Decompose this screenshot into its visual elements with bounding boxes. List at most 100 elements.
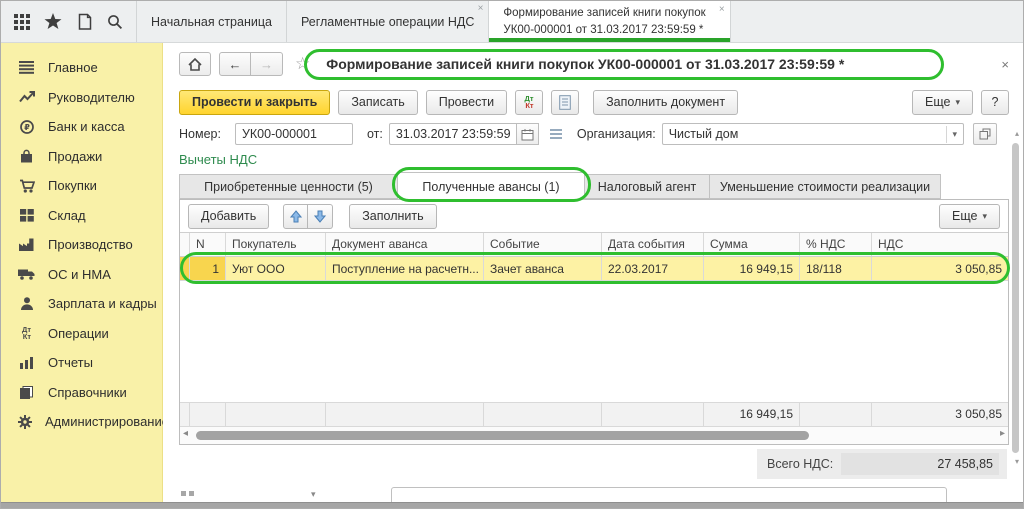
vat-deductions-link[interactable]: Вычеты НДС xyxy=(163,149,1023,171)
date-field[interactable] xyxy=(389,123,517,145)
tab-received-advances[interactable]: Полученные авансы (1) xyxy=(397,172,585,200)
history-icon[interactable] xyxy=(73,11,95,33)
fill-table-button[interactable]: Заполнить xyxy=(349,204,436,229)
save-button[interactable]: Записать xyxy=(338,90,417,115)
home-button[interactable] xyxy=(179,52,211,76)
warehouse-icon xyxy=(18,209,35,222)
column-header[interactable]: Покупатель xyxy=(226,233,326,256)
caret-down-icon[interactable]: ▾ xyxy=(946,126,959,143)
cell-vat-rate[interactable]: 18/118 xyxy=(800,257,872,281)
sidebar-item-fixed-assets[interactable]: ОС и НМА xyxy=(1,260,162,290)
totals-spacer xyxy=(226,403,326,426)
cell-vat[interactable]: 3 050,85 xyxy=(872,257,1008,281)
organization-combo[interactable]: Чистый дом ▾ xyxy=(662,123,964,145)
number-field[interactable] xyxy=(235,123,353,145)
scroll-right-icon[interactable]: ▸ xyxy=(1000,428,1005,439)
sidebar-item-label: Главное xyxy=(48,60,98,75)
horizontal-scroll-thumb[interactable] xyxy=(196,431,809,440)
column-header[interactable]: НДС xyxy=(872,233,1008,256)
tab-purchase-book[interactable]: Формирование записей книги покупок УК00-… xyxy=(488,1,730,42)
sidebar-item-payroll[interactable]: Зарплата и кадры xyxy=(1,289,162,319)
close-icon[interactable]: × xyxy=(719,3,725,17)
tab-home[interactable]: Начальная страница xyxy=(136,1,286,42)
sidebar-item-main[interactable]: Главное xyxy=(1,53,162,83)
sidebar-item-operations[interactable]: ДтКт Операции xyxy=(1,319,162,349)
totals-spacer xyxy=(180,403,190,426)
post-button[interactable]: Провести xyxy=(426,90,507,115)
sidebar-item-label: Покупки xyxy=(48,178,97,193)
document-icon xyxy=(559,95,571,110)
scroll-up-icon[interactable]: ▴ xyxy=(1015,129,1019,138)
sidebar-item-label: Отчеты xyxy=(48,355,93,370)
close-icon[interactable]: × xyxy=(478,3,484,14)
sidebar-item-label: Руководителю xyxy=(48,90,135,105)
books-icon xyxy=(18,386,35,399)
fill-document-button[interactable]: Заполнить документ xyxy=(593,90,738,115)
cell-sum[interactable]: 16 949,15 xyxy=(704,257,800,281)
table-header: N Покупатель Документ аванса Событие Дат… xyxy=(180,232,1008,257)
sidebar-item-manager[interactable]: Руководителю xyxy=(1,83,162,113)
table-more-button[interactable]: Еще▾ xyxy=(939,204,1000,229)
window-bottom-edge xyxy=(1,502,1023,508)
sidebar-item-production[interactable]: Производство xyxy=(1,230,162,260)
document-structure-button[interactable] xyxy=(551,90,579,115)
calendar-button[interactable] xyxy=(517,123,539,145)
cell-buyer[interactable]: Уют ООО xyxy=(226,257,326,281)
column-header[interactable]: N xyxy=(190,233,226,256)
sidebar-item-sales[interactable]: Продажи xyxy=(1,142,162,172)
tab-label-line1: Формирование записей книги покупок xyxy=(503,7,705,19)
totals-spacer xyxy=(190,403,226,426)
column-header[interactable]: Документ аванса xyxy=(326,233,484,256)
sidebar-item-administration[interactable]: Администрирование xyxy=(1,407,162,437)
tab-tax-agent[interactable]: Налоговый агент xyxy=(585,174,709,199)
cell-event-date[interactable]: 22.03.2017 xyxy=(602,257,704,281)
list-select-button[interactable] xyxy=(545,123,567,145)
column-header[interactable]: Сумма xyxy=(704,233,800,256)
person-icon xyxy=(18,297,35,310)
help-button[interactable]: ? xyxy=(981,90,1009,115)
sidebar-item-purchases[interactable]: Покупки xyxy=(1,171,162,201)
document-toolbar: Провести и закрыть Записать Провести ДтК… xyxy=(163,85,1023,119)
tab-cost-reduction[interactable]: Уменьшение стоимости реализации xyxy=(709,174,941,199)
move-up-button[interactable] xyxy=(283,204,308,229)
vertical-scroll-thumb[interactable] xyxy=(1012,143,1019,453)
favorites-star-icon[interactable] xyxy=(42,11,64,33)
tab-acquired-values[interactable]: Приобретенные ценности (5) xyxy=(179,174,397,199)
scroll-down-icon[interactable]: ▾ xyxy=(1015,457,1019,466)
cell-event[interactable]: Зачет аванса xyxy=(484,257,602,281)
post-and-close-button[interactable]: Провести и закрыть xyxy=(179,90,330,115)
scroll-left-icon[interactable]: ◂ xyxy=(183,428,188,439)
toolbar-right-group: Еще▾ ? xyxy=(912,90,1009,115)
search-icon[interactable] xyxy=(104,11,126,33)
table-row[interactable]: 1 Уют ООО Поступление на расчетн... Заче… xyxy=(180,257,1008,281)
sidebar-item-bank-cash[interactable]: ₽ Банк и касса xyxy=(1,112,162,142)
forward-button[interactable]: → xyxy=(251,52,283,76)
sidebar-item-directories[interactable]: Справочники xyxy=(1,378,162,408)
sidebar-item-warehouse[interactable]: Склад xyxy=(1,201,162,231)
add-row-button[interactable]: Добавить xyxy=(188,204,269,229)
close-document-button[interactable]: × xyxy=(995,57,1015,72)
move-down-button[interactable] xyxy=(308,204,333,229)
organization-label: Организация: xyxy=(577,127,656,141)
row-marker xyxy=(180,257,190,281)
horizontal-scrollbar[interactable]: ◂ ▸ xyxy=(180,426,1008,444)
open-organization-button[interactable] xyxy=(973,123,997,145)
cell-advance-doc[interactable]: Поступление на расчетн... xyxy=(326,257,484,281)
column-header[interactable]: Дата события xyxy=(602,233,704,256)
sidebar-item-label: Справочники xyxy=(48,385,127,400)
show-postings-button[interactable]: ДтКт xyxy=(515,90,543,115)
arrow-down-icon xyxy=(314,210,326,223)
main-menu-icon[interactable] xyxy=(11,11,33,33)
sidebar-item-reports[interactable]: Отчеты xyxy=(1,348,162,378)
favorite-star-icon[interactable]: ☆ xyxy=(295,54,310,74)
back-button[interactable]: ← xyxy=(219,52,251,76)
tab-vat-operations[interactable]: Регламентные операции НДС × xyxy=(286,1,488,42)
column-header[interactable]: % НДС xyxy=(800,233,872,256)
cell-n[interactable]: 1 xyxy=(190,257,226,281)
history-nav: ← → xyxy=(219,52,283,76)
dtkt-icon: ДтКт xyxy=(18,326,35,340)
field-marks xyxy=(181,491,194,496)
column-header[interactable]: Событие xyxy=(484,233,602,256)
more-button[interactable]: Еще▾ xyxy=(912,90,973,115)
totals-vat: 3 050,85 xyxy=(872,403,1008,426)
